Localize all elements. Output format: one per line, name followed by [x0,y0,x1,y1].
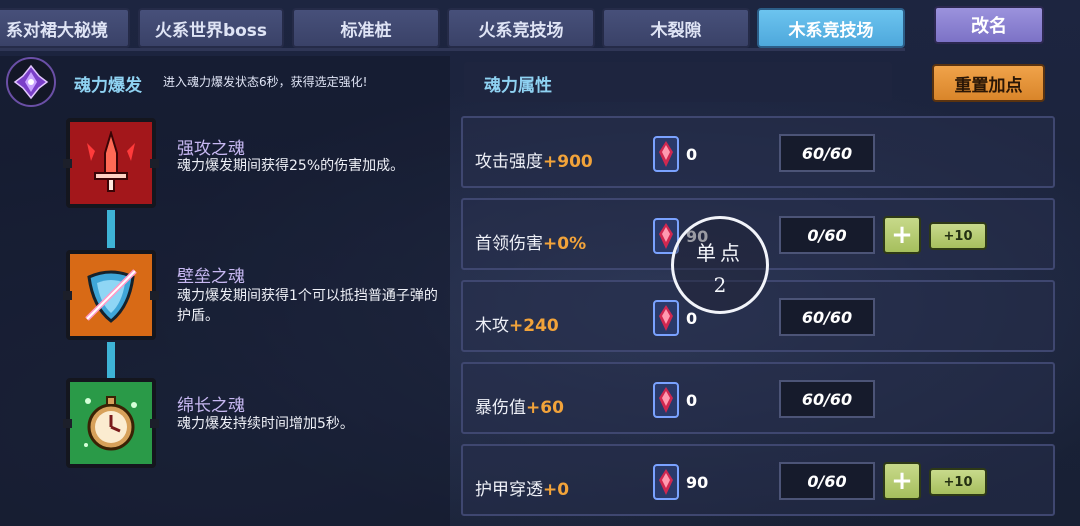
tab-secret-realm[interactable]: 系对裙大秘境 [0,8,130,48]
attribute-row-attack: 攻击强度+900 0 60/60 [461,116,1055,188]
soul-gem-icon [653,464,679,500]
points-allocated: 60/60 [779,134,875,172]
tab-fire-arena[interactable]: 火系竞技场 [447,8,595,48]
skill-description: 魂力爆发期间获得1个可以抵挡普通子弹的护盾。 [177,288,438,324]
reset-points-button[interactable]: 重置加点 [932,64,1045,102]
tab-underline [0,48,905,51]
soul-crystal-icon [6,57,56,107]
skill-enduring-icon[interactable] [63,378,159,468]
attribute-bonus: +0 [543,480,570,500]
soul-gem-icon [653,382,679,418]
add-ten-points-button[interactable]: +10 [929,468,987,496]
attribute-bonus: +900 [543,152,593,172]
tap-indicator-label: 单点 [696,241,744,265]
attribute-bonus: +240 [509,316,559,336]
gem-count: 0 [686,145,698,164]
gem-count: 0 [686,309,698,328]
soul-gem-icon [653,300,679,336]
skill-description: 魂力爆发持续时间增加5秒。 [177,416,354,432]
tab-wood-rift[interactable]: 木裂隙 [602,8,750,48]
tab-wood-arena[interactable]: 木系竞技场 [757,8,905,48]
attribute-label: 木攻+240 [475,316,559,336]
attribute-row-armor-pierce: 护甲穿透+0 90 0/60 + +10 [461,444,1055,516]
points-allocated: 60/60 [779,380,875,418]
attribute-label: 暴伤值+60 [475,398,564,418]
soul-burst-title: 魂力爆发 [74,76,142,96]
add-point-button[interactable]: + [883,462,921,500]
soul-gem-icon [653,136,679,172]
skill-strong-attack-icon[interactable] [63,118,159,208]
attribute-bonus: +60 [526,398,564,418]
add-ten-points-button[interactable]: +10 [929,222,987,250]
points-allocated: 60/60 [779,298,875,336]
sword-icon [87,131,135,192]
tap-indicator-count: 2 [713,273,727,297]
skill-description: 魂力爆发期间获得25%的伤害加成。 [177,158,405,174]
tab-standard-dummy[interactable]: 标准桩 [292,8,440,48]
tab-fire-world-boss[interactable]: 火系世界boss [138,8,284,48]
tap-indicator: 单点 2 [671,216,769,314]
points-allocated: 0/60 [779,216,875,254]
gem-count: 90 [686,473,709,492]
attribute-label: 攻击强度+900 [475,152,593,172]
attribute-label: 首领伤害+0% [475,234,587,254]
skill-title: 绵长之魂 [177,396,245,416]
clock-icon [84,396,137,451]
add-point-button[interactable]: + [883,216,921,254]
soul-burst-description: 进入魂力爆发状态6秒，获得选定强化! [163,75,368,89]
attribute-label: 护甲穿透+0 [475,480,570,500]
attribute-bonus: +0% [543,234,587,254]
skill-connector [107,342,115,380]
attribute-section-title: 魂力属性 [484,76,552,96]
rename-button[interactable]: 改名 [934,6,1044,44]
shield-icon [85,269,137,323]
attribute-row-crit-damage: 暴伤值+60 0 60/60 [461,362,1055,434]
points-allocated: 0/60 [779,462,875,500]
gem-count: 0 [686,391,698,410]
skill-title: 壁垒之魂 [177,267,245,287]
skill-bastion-icon[interactable] [63,250,159,340]
skill-connector [107,210,115,248]
